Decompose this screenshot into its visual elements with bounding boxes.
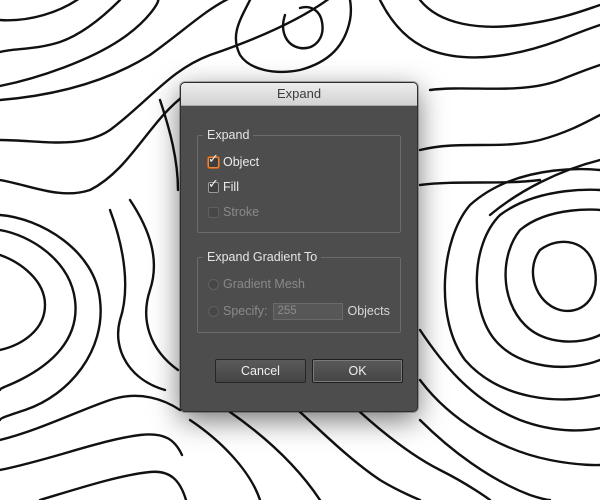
- object-label[interactable]: Object: [223, 155, 259, 169]
- contour-line: [228, 410, 322, 500]
- expand-gradient-group: Expand Gradient To Gradient Mesh Specify…: [197, 249, 401, 333]
- contour-line: [418, 328, 600, 432]
- contour-line: [418, 378, 600, 467]
- specify-objects-input[interactable]: 255: [273, 302, 344, 320]
- contour-line: [0, 213, 102, 422]
- specify-label[interactable]: Specify:: [223, 304, 267, 318]
- contour-line: [234, 0, 353, 74]
- contour-line: [0, 228, 77, 392]
- contour-line: [0, 0, 80, 22]
- contour-line: [0, 253, 47, 352]
- contour-line: [531, 240, 597, 313]
- contour-line: [418, 178, 542, 187]
- dialog-title[interactable]: Expand: [181, 83, 417, 106]
- fill-label[interactable]: Fill: [223, 180, 239, 194]
- object-option[interactable]: ✓ Object: [208, 152, 259, 171]
- cancel-button[interactable]: Cancel: [215, 359, 306, 383]
- specify-option[interactable]: Specify: 255 Objects: [208, 302, 390, 320]
- object-checkbox[interactable]: ✓: [208, 152, 219, 168]
- fill-option[interactable]: ✓ Fill: [208, 177, 239, 196]
- contour-line: [281, 6, 324, 50]
- expand-options-group: Expand ✓ Object ✓ Fill Stroke: [197, 127, 401, 233]
- contour-line: [0, 93, 187, 195]
- contour-line: [188, 418, 262, 500]
- fill-checkbox[interactable]: ✓: [208, 177, 219, 193]
- stroke-checkbox[interactable]: [208, 206, 219, 218]
- contour-line: [418, 113, 600, 152]
- expand-dialog: Expand Expand ✓ Object ✓ Fill Stroke Exp…: [180, 82, 418, 412]
- contour-line: [298, 410, 422, 500]
- contour-line: [0, 0, 160, 88]
- check-icon: ✓: [208, 151, 219, 167]
- contour-line: [378, 0, 600, 59]
- contour-line: [0, 433, 184, 472]
- objects-unit-label: Objects: [347, 304, 390, 318]
- contour-line: [504, 208, 600, 343]
- contour-line: [428, 63, 600, 92]
- gradient-group-legend: Expand Gradient To: [203, 249, 322, 265]
- contour-line: [418, 0, 600, 28]
- contour-line: [158, 98, 180, 192]
- gradient-mesh-option[interactable]: Gradient Mesh: [208, 275, 305, 293]
- gradient-mesh-label[interactable]: Gradient Mesh: [223, 277, 305, 291]
- contour-line: [108, 208, 167, 392]
- expand-group-legend: Expand: [203, 127, 254, 143]
- contour-line: [418, 418, 552, 500]
- stroke-label[interactable]: Stroke: [223, 205, 259, 219]
- stroke-option[interactable]: Stroke: [208, 203, 259, 221]
- ok-button[interactable]: OK: [312, 359, 403, 383]
- contour-line: [0, 0, 122, 54]
- specify-radio[interactable]: [208, 305, 219, 317]
- contour-line: [38, 470, 188, 500]
- gradient-mesh-radio[interactable]: [208, 278, 219, 290]
- contour-line: [128, 198, 180, 372]
- check-icon: ✓: [208, 176, 219, 192]
